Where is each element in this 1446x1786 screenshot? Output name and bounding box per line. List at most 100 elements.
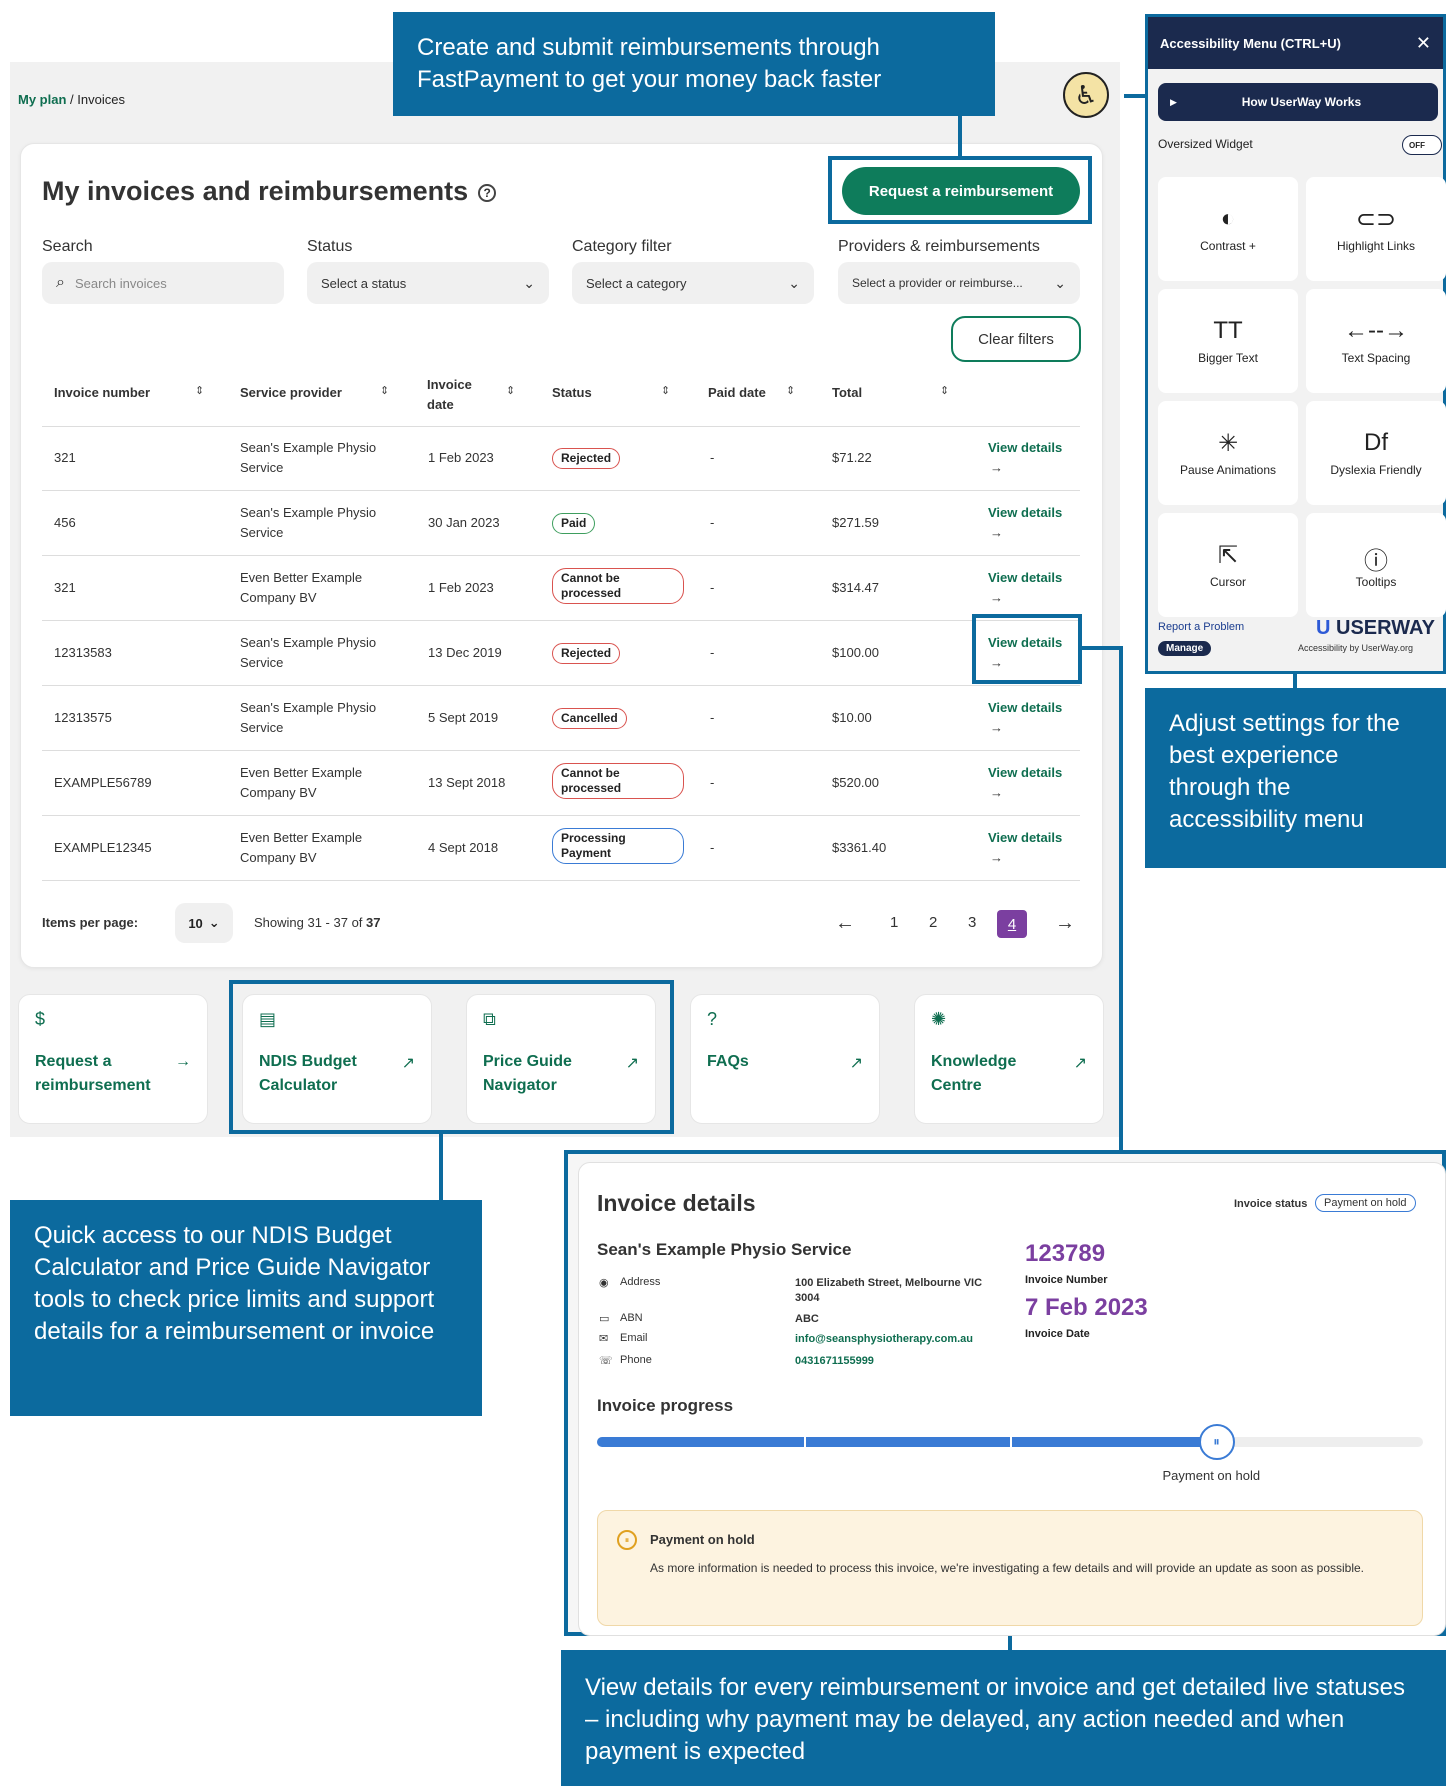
- status-badge: Cannot be processed: [552, 568, 684, 604]
- cell-invoice-number: 12313575: [54, 710, 112, 725]
- location-icon: ◉: [599, 1277, 609, 1289]
- breadcrumb-link-my-plan[interactable]: My plan: [18, 92, 66, 107]
- close-icon[interactable]: ✕: [1416, 33, 1431, 54]
- tile-request-reimbursement[interactable]: $ Request a reimbursement →: [18, 994, 208, 1124]
- category-select[interactable]: Select a category ⌄: [572, 262, 814, 304]
- menu-item-tooltips[interactable]: ⓘ Tooltips: [1306, 513, 1446, 617]
- items-per-page-label: Items per page:: [42, 915, 139, 930]
- cell-service-provider: Sean's Example Physio Service: [240, 700, 377, 735]
- how-userway-works-label: How UserWay Works: [1241, 95, 1362, 109]
- prev-page-icon[interactable]: ←: [835, 912, 855, 935]
- cell-paid-date: -: [710, 710, 715, 725]
- highlight-tools: [229, 980, 674, 1134]
- provider-select[interactable]: Select a provider or reimburse... ⌄: [838, 262, 1080, 304]
- phone-icon: ☏: [599, 1355, 613, 1367]
- invoice-number-value: 123789: [1025, 1240, 1106, 1267]
- sort-icon[interactable]: ⇕: [195, 384, 204, 397]
- cell-invoice-date: 13 Dec 2019: [428, 645, 502, 660]
- menu-item-label: Text Spacing: [1341, 351, 1411, 365]
- header-invoice-number[interactable]: Invoice number: [54, 385, 150, 400]
- userway-logo: U USERWAY: [1316, 617, 1435, 640]
- accessibility-launcher-icon[interactable]: ♿: [1063, 72, 1109, 118]
- menu-item-text-spacing[interactable]: ←--→ Text Spacing: [1306, 289, 1446, 393]
- report-problem-link[interactable]: Report a Problem: [1158, 621, 1244, 633]
- sort-icon[interactable]: ⇕: [786, 384, 795, 397]
- sort-icon[interactable]: ⇕: [940, 384, 949, 397]
- highlight-request-button: [828, 156, 1092, 224]
- cursor-icon: ⇱: [1217, 542, 1239, 569]
- page-2[interactable]: 2: [929, 914, 937, 931]
- cell-total: $71.22: [832, 450, 872, 465]
- table-row: 456 Sean's Example Physio Service 30 Jan 2…: [42, 491, 1080, 556]
- menu-item-bigger-text[interactable]: TT Bigger Text: [1158, 289, 1298, 393]
- cell-total: $3361.40: [832, 840, 887, 855]
- menu-item-dyslexia-friendly[interactable]: Df Dyslexia Friendly: [1306, 401, 1446, 505]
- next-page-icon[interactable]: →: [1055, 912, 1075, 935]
- table-row: 12313575 Sean's Example Physio Service 5 S…: [42, 686, 1080, 751]
- sort-icon[interactable]: ⇕: [380, 384, 389, 397]
- breadcrumb: My plan / Invoices: [18, 92, 125, 107]
- clear-filters-button[interactable]: Clear filters: [951, 316, 1081, 362]
- header-service-provider[interactable]: Service provider: [240, 385, 342, 400]
- arrow-right-icon[interactable]: →: [990, 848, 1003, 868]
- view-details-link[interactable]: View details: [988, 698, 1062, 718]
- menu-item-pause-animations[interactable]: ✳ Pause Animations: [1158, 401, 1298, 505]
- bigger-text-icon: TT: [1213, 317, 1243, 344]
- view-details-link[interactable]: View details: [988, 438, 1062, 458]
- cell-invoice-date: 4 Sept 2018: [428, 840, 499, 855]
- header-invoice-date[interactable]: Invoice date: [427, 375, 487, 415]
- detail-value-email[interactable]: info@seansphysiotherapy.com.au: [795, 1332, 985, 1347]
- header-total[interactable]: Total: [832, 385, 862, 400]
- arrow-right-icon: →: [175, 1053, 191, 1070]
- view-details-link[interactable]: View details: [988, 503, 1062, 523]
- status-badge: Rejected: [552, 448, 621, 469]
- cell-service-provider: Sean's Example Physio Service: [240, 440, 377, 475]
- help-icon[interactable]: ?: [478, 183, 497, 202]
- chevron-down-icon: ⌄: [1054, 274, 1066, 291]
- header-paid-date[interactable]: Paid date: [708, 385, 766, 400]
- oversized-widget-toggle[interactable]: OFF: [1402, 135, 1442, 155]
- manage-button[interactable]: Manage: [1158, 641, 1212, 656]
- page-3[interactable]: 3: [968, 914, 976, 931]
- arrow-right-icon[interactable]: →: [990, 718, 1003, 738]
- sort-icon[interactable]: ⇕: [506, 384, 515, 397]
- cell-invoice-date: 1 Feb 2023: [428, 450, 494, 465]
- arrow-right-icon[interactable]: →: [990, 458, 1003, 478]
- menu-item-label: Dyslexia Friendly: [1330, 463, 1422, 477]
- cell-paid-date: -: [710, 840, 715, 855]
- tile-faqs[interactable]: ? FAQs ↗: [690, 994, 880, 1124]
- view-details-link[interactable]: View details: [988, 763, 1062, 783]
- arrow-right-icon[interactable]: →: [990, 783, 1003, 803]
- cell-invoice-number: 321: [54, 580, 76, 595]
- highlight-view-details: [972, 614, 1082, 684]
- cell-invoice-date: 13 Sept 2018: [428, 775, 506, 790]
- items-per-page-select[interactable]: 10 ⌄: [175, 903, 233, 943]
- tooltips-icon: ⓘ: [1364, 548, 1388, 575]
- sort-icon[interactable]: ⇕: [661, 384, 670, 397]
- menu-item-cursor[interactable]: ⇱ Cursor: [1158, 513, 1298, 617]
- detail-value-phone[interactable]: 0431671155999: [795, 1354, 985, 1369]
- how-userway-works-button[interactable]: ▶ How UserWay Works: [1158, 83, 1438, 121]
- page-1[interactable]: 1: [890, 914, 898, 931]
- detail-label: ABN: [620, 1312, 643, 1324]
- external-link-icon: ↗: [849, 1055, 863, 1072]
- header-status[interactable]: Status: [552, 385, 592, 400]
- view-details-link[interactable]: View details: [988, 828, 1062, 848]
- showing-total: 37: [366, 915, 381, 930]
- menu-item-contrast[interactable]: ◐ Contrast +: [1158, 177, 1298, 281]
- chevron-down-icon: ⌄: [788, 274, 800, 291]
- tile-knowledge-centre[interactable]: ✺ Knowledge Centre ↗: [914, 994, 1104, 1124]
- progress-pause-icon: ⏸: [1198, 1424, 1235, 1460]
- cell-invoice-date: 5 Sept 2019: [428, 710, 499, 725]
- menu-item-highlight-links[interactable]: ⊂⊃ Highlight Links: [1306, 177, 1446, 281]
- status-badge: Cancelled: [552, 708, 627, 729]
- arrow-right-icon[interactable]: →: [990, 523, 1003, 543]
- arrow-right-icon[interactable]: →: [990, 588, 1003, 608]
- detail-value-abn: ABC: [795, 1313, 819, 1325]
- search-input[interactable]: ⌕ Search invoices: [42, 262, 284, 304]
- view-details-link[interactable]: View details: [988, 568, 1062, 588]
- cell-service-provider: Even Better Example Company BV: [240, 830, 363, 865]
- cell-paid-date: -: [710, 645, 715, 660]
- page-4-current[interactable]: 4: [997, 910, 1027, 938]
- status-select[interactable]: Select a status ⌄: [307, 262, 549, 304]
